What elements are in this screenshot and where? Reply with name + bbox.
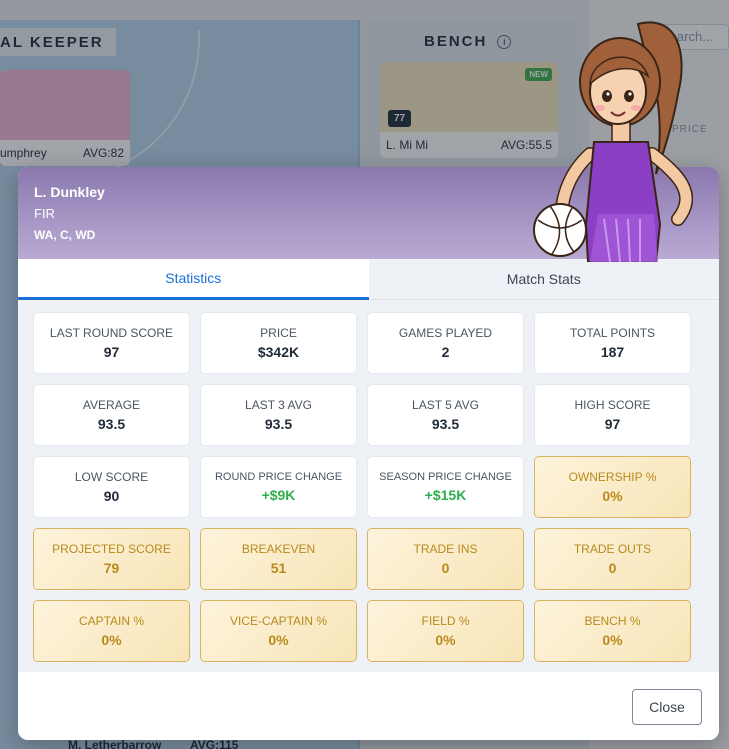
stat-label: BENCH %: [584, 614, 641, 628]
stat-value: 0: [441, 560, 450, 576]
stat-card-high-score: HIGH SCORE 97: [535, 385, 690, 445]
stat-label: VICE-CAPTAIN %: [229, 614, 328, 628]
stats-grid: LAST ROUND SCORE 97 PRICE $342K GAMES PLAYED…: [34, 313, 703, 661]
stat-label: SEASON PRICE CHANGE: [379, 471, 512, 483]
stat-value: 0%: [435, 632, 456, 648]
stat-value: 0%: [602, 632, 623, 648]
stat-card-round-price-change: ROUND PRICE CHANGE +$9K: [201, 457, 356, 517]
stat-card-field: FIELD % 0%: [368, 601, 523, 661]
stat-card-captain: CAPTAIN % 0%: [34, 601, 189, 661]
stat-value: 93.5: [264, 416, 293, 432]
stat-label: LAST 3 AVG: [245, 398, 312, 412]
stat-card-average: AVERAGE 93.5: [34, 385, 189, 445]
stat-value: 0: [608, 560, 617, 576]
stat-label: FIELD %: [421, 614, 470, 628]
close-button[interactable]: Close: [632, 689, 702, 725]
stat-value: 187: [600, 344, 625, 360]
stat-value: $342K: [257, 344, 300, 360]
stat-card-last-round-score: LAST ROUND SCORE 97: [34, 313, 189, 373]
stat-card-season-price-change: SEASON PRICE CHANGE +$15K: [368, 457, 523, 517]
stat-label: LAST 5 AVG: [412, 398, 479, 412]
stat-label: GAMES PLAYED: [398, 326, 493, 340]
stat-card-trade-outs: TRADE OUTS 0: [535, 529, 690, 589]
stat-value: 97: [103, 344, 120, 360]
netball-player-mascot: [533, 21, 694, 262]
stat-label: TRADE OUTS: [573, 542, 652, 556]
stat-label: TRADE INS: [413, 542, 478, 556]
stat-card-bench: BENCH % 0%: [535, 601, 690, 661]
stat-label: HIGH SCORE: [574, 398, 651, 412]
stat-label: PROJECTED SCORE: [52, 542, 171, 556]
modal-tabs: Statistics Match Stats: [18, 259, 719, 300]
stat-value: 93.5: [97, 416, 126, 432]
stat-label: PRICE: [260, 326, 297, 340]
stat-card-games-played: GAMES PLAYED 2: [368, 313, 523, 373]
stat-card-total-points: TOTAL POINTS 187: [535, 313, 690, 373]
stat-card-vice-captain: VICE-CAPTAIN % 0%: [201, 601, 356, 661]
stat-value: 93.5: [431, 416, 460, 432]
stat-label: AVERAGE: [82, 398, 141, 412]
stat-card-last-3-avg: LAST 3 AVG 93.5: [201, 385, 356, 445]
stat-label: OWNERSHIP %: [568, 470, 657, 484]
stat-card-last-5-avg: LAST 5 AVG 93.5: [368, 385, 523, 445]
stat-value: 2: [441, 344, 450, 360]
modal-footer: Close: [18, 672, 719, 740]
stat-card-breakeven: BREAKEVEN 51: [201, 529, 356, 589]
stat-value: 51: [270, 560, 287, 576]
stat-card-ownership: OWNERSHIP % 0%: [535, 457, 690, 517]
stat-label: CAPTAIN %: [78, 614, 145, 628]
tab-statistics[interactable]: Statistics: [18, 259, 369, 300]
tab-match-stats[interactable]: Match Stats: [368, 259, 719, 300]
stat-label: LOW SCORE: [74, 470, 149, 484]
stat-value: 0%: [268, 632, 289, 648]
stat-label: TOTAL POINTS: [569, 326, 656, 340]
stat-card-low-score: LOW SCORE 90: [34, 457, 189, 517]
stat-value: 0%: [101, 632, 122, 648]
stat-value: 90: [103, 488, 120, 504]
stat-card-price: PRICE $342K: [201, 313, 356, 373]
stat-value: +$15K: [424, 487, 467, 503]
stat-card-projected-score: PROJECTED SCORE 79: [34, 529, 189, 589]
stat-value: +$9K: [261, 487, 296, 503]
stat-value: 0%: [602, 488, 623, 504]
stat-label: BREAKEVEN: [241, 542, 316, 556]
statistics-panel: LAST ROUND SCORE 97 PRICE $342K GAMES PLAYED…: [18, 300, 719, 672]
stat-label: LAST ROUND SCORE: [49, 326, 174, 340]
stat-label: ROUND PRICE CHANGE: [214, 471, 343, 483]
stat-value: 97: [604, 416, 621, 432]
stat-card-trade-ins: TRADE INS 0: [368, 529, 523, 589]
stat-value: 79: [103, 560, 120, 576]
